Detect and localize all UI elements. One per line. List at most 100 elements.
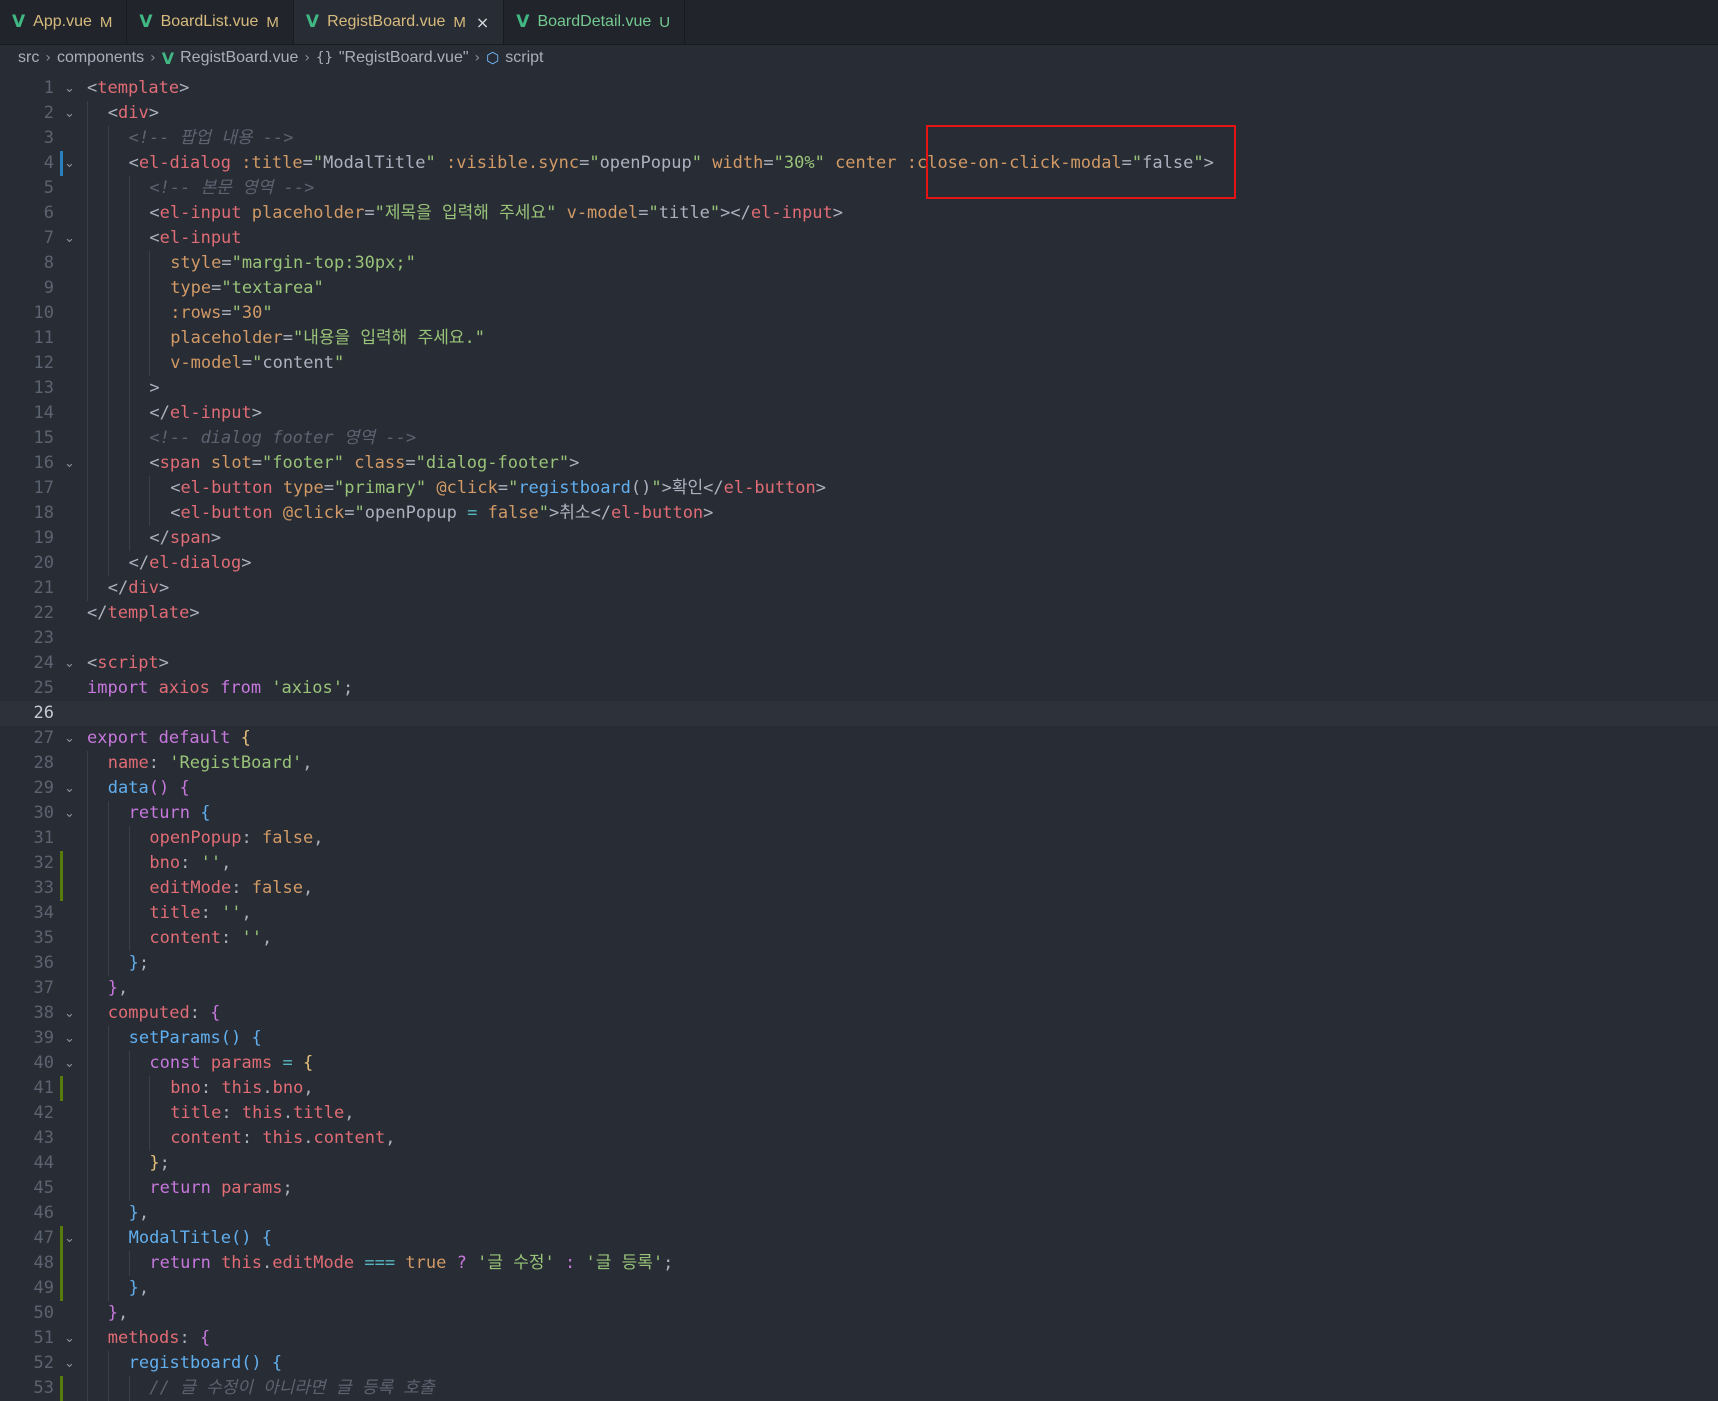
chevron-down-icon[interactable]: ⌄ (64, 726, 75, 751)
code-line[interactable]: 47 ⌄ ModalTitle() { (0, 1226, 1718, 1251)
code-line[interactable]: 8 style="margin-top:30px;" (0, 251, 1718, 276)
code-line[interactable]: 52 ⌄ registboard() { (0, 1351, 1718, 1376)
chevron-down-icon[interactable]: ⌄ (64, 1001, 75, 1026)
code-line[interactable]: 25 import axios from 'axios'; (0, 676, 1718, 701)
code-token: return (149, 1178, 211, 1198)
chevron-down-icon[interactable]: ⌄ (64, 226, 75, 251)
breadcrumb-symbol[interactable]: script (505, 49, 543, 67)
code-line[interactable]: 35 content: '', (0, 926, 1718, 951)
code-line[interactable]: 19 </span> (0, 526, 1718, 551)
code-line[interactable]: 21 </div> (0, 576, 1718, 601)
code-line[interactable]: 28 name: 'RegistBoard', (0, 751, 1718, 776)
chevron-down-icon[interactable]: ⌄ (64, 151, 75, 176)
code-line[interactable]: 11 placeholder="내용을 입력해 주세요." (0, 326, 1718, 351)
indent-guide (87, 1301, 88, 1326)
breadcrumb-src[interactable]: src (18, 49, 39, 67)
tab-boarddetail-vue[interactable]: V BoardDetail.vue U (504, 0, 686, 44)
code-line[interactable]: 5 <!-- 본문 영역 --> (0, 176, 1718, 201)
code-line[interactable]: 45 return params; (0, 1176, 1718, 1201)
code-line[interactable]: 50}, (0, 1301, 1718, 1326)
breadcrumb-component[interactable]: "RegistBoard.vue" (339, 49, 469, 67)
breadcrumb-file[interactable]: RegistBoard.vue (180, 49, 298, 67)
line-number: 19 (33, 528, 54, 548)
code-line[interactable]: 14 </el-input> (0, 401, 1718, 426)
git-change-marker[interactable] (60, 1076, 63, 1101)
code-line[interactable]: 6 <el-input placeholder="제목을 입력해 주세요" v-m… (0, 201, 1718, 226)
git-change-marker[interactable] (60, 1251, 63, 1276)
braces-icon: {} (316, 50, 333, 66)
git-change-marker[interactable] (60, 1226, 63, 1251)
code-line[interactable]: 9 type="textarea" (0, 276, 1718, 301)
code-line[interactable]: 1 ⌄ <template> (0, 76, 1718, 101)
chevron-down-icon[interactable]: ⌄ (64, 451, 75, 476)
code-editor[interactable]: 1 ⌄ <template> 2 ⌄ <div> 3 <!-- 팝업 내용 --> 4 ⌄ <el-… (0, 72, 1718, 1401)
breadcrumb-components[interactable]: components (57, 49, 144, 67)
indent-guide (149, 476, 151, 501)
indent-guide (87, 226, 88, 251)
code-line[interactable]: 13 > (0, 376, 1718, 401)
git-change-marker[interactable] (60, 151, 63, 176)
line-number: 11 (33, 328, 54, 348)
code-line[interactable]: 30 ⌄ return { (0, 801, 1718, 826)
code-line[interactable]: 18 <el-button @click="openPopup = false">… (0, 501, 1718, 526)
code-line[interactable]: 34 title: '', (0, 901, 1718, 926)
chevron-down-icon[interactable]: ⌄ (64, 1326, 75, 1351)
code-line[interactable]: 12 v-model="content" (0, 351, 1718, 376)
code-line[interactable]: 44}; (0, 1151, 1718, 1176)
code-line[interactable]: 22 </template> (0, 601, 1718, 626)
git-change-marker[interactable] (60, 1276, 63, 1301)
code-line[interactable]: 41 bno: this.bno, (0, 1076, 1718, 1101)
tab-registboard-vue[interactable]: V RegistBoard.vue M × (293, 0, 505, 44)
cube-icon: ⬡ (486, 49, 500, 67)
close-icon[interactable]: × (476, 13, 489, 32)
code-line[interactable]: 36}; (0, 951, 1718, 976)
code-line[interactable]: 42 title: this.title, (0, 1101, 1718, 1126)
chevron-down-icon[interactable]: ⌄ (64, 101, 75, 126)
code-token: = (763, 153, 774, 173)
code-line[interactable]: 26 (0, 701, 1718, 726)
tab-boardlist-vue[interactable]: V BoardList.vue M (127, 0, 294, 44)
chevron-down-icon[interactable]: ⌄ (64, 651, 75, 676)
code-line[interactable]: 2 ⌄ <div> (0, 101, 1718, 126)
code-line[interactable]: 40 ⌄ const params = { (0, 1051, 1718, 1076)
git-change-marker[interactable] (60, 876, 63, 901)
code-line[interactable]: 29 ⌄ data() { (0, 776, 1718, 801)
code-line[interactable]: 17 <el-button type="primary" @click="regi… (0, 476, 1718, 501)
code-line[interactable]: 31 openPopup: false, (0, 826, 1718, 851)
code-line[interactable]: 37}, (0, 976, 1718, 1001)
chevron-down-icon[interactable]: ⌄ (64, 76, 75, 101)
code-line[interactable]: 16 ⌄ <span slot="footer" class="dialog-foo… (0, 451, 1718, 476)
code-line[interactable]: 43 content: this.content, (0, 1126, 1718, 1151)
code-line[interactable]: 3 <!-- 팝업 내용 --> (0, 126, 1718, 151)
code-line[interactable]: 51 ⌄ methods: { (0, 1326, 1718, 1351)
indent-guide (128, 501, 130, 526)
code-token: , (262, 928, 273, 948)
code-line[interactable]: 7 ⌄ <el-input (0, 226, 1718, 251)
chevron-down-icon[interactable]: ⌄ (64, 1051, 75, 1076)
code-line[interactable]: 4 ⌄ <el-dialog :title="ModalTitle" :visibl… (0, 151, 1718, 176)
code-line[interactable]: 23 (0, 626, 1718, 651)
chevron-down-icon[interactable]: ⌄ (64, 776, 75, 801)
code-line[interactable]: 20 </el-dialog> (0, 551, 1718, 576)
code-token: " (709, 203, 721, 223)
code-line[interactable]: 24 ⌄ <script> (0, 651, 1718, 676)
code-line[interactable]: 49}, (0, 1276, 1718, 1301)
code-line[interactable]: 15 <!-- dialog footer 영역 --> (0, 426, 1718, 451)
code-line[interactable]: 48 return this.editMode === true ? '글 수정'… (0, 1251, 1718, 1276)
code-line[interactable]: 53 // 글 수정이 아니라면 글 등록 호출 (0, 1376, 1718, 1401)
code-line[interactable]: 27 ⌄ export default { (0, 726, 1718, 751)
code-line[interactable]: 33 editMode: false, (0, 876, 1718, 901)
git-change-marker[interactable] (60, 1376, 63, 1401)
code-line[interactable]: 39 ⌄ setParams() { (0, 1026, 1718, 1051)
chevron-down-icon[interactable]: ⌄ (64, 801, 75, 826)
chevron-down-icon[interactable]: ⌄ (64, 1026, 75, 1051)
code-line[interactable]: 46}, (0, 1201, 1718, 1226)
code-line[interactable]: 10:rows="30" (0, 301, 1718, 326)
git-change-marker[interactable] (60, 851, 63, 876)
code-line[interactable]: 32 bno: '', (0, 851, 1718, 876)
code-line[interactable]: 38 ⌄ computed: { (0, 1001, 1718, 1026)
chevron-down-icon[interactable]: ⌄ (64, 1351, 75, 1376)
chevron-down-icon[interactable]: ⌄ (64, 1226, 75, 1251)
tab-app-vue[interactable]: V App.vue M (0, 0, 128, 44)
code-token: "primary" (334, 478, 427, 498)
